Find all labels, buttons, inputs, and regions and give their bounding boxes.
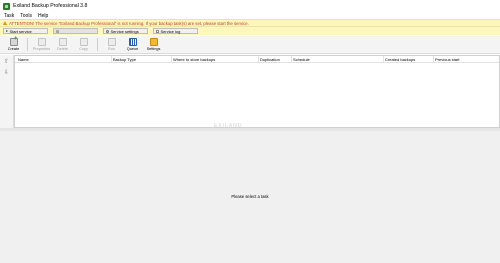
service-alert-banner: ATTENTION! The service "Exiland Backup P… <box>0 19 500 27</box>
queue-label: Queue <box>126 47 139 51</box>
column-previous-start[interactable]: Previous start <box>433 56 499 63</box>
task-detail-pane: Please select a task <box>0 131 500 263</box>
stop-service-button[interactable] <box>53 28 98 34</box>
delete-button[interactable]: Delete <box>52 37 73 53</box>
menu-task[interactable]: Task <box>1 13 17 19</box>
title-bar: Exiland Backup Professional 3.8 <box>0 0 500 12</box>
queue-icon <box>128 38 137 46</box>
alert-text: ATTENTION! The service "Exiland Backup P… <box>9 20 249 26</box>
delete-label: Delete <box>57 47 68 51</box>
play-icon <box>6 30 8 32</box>
service-settings-button[interactable]: Service settings <box>103 28 148 34</box>
detail-placeholder: Please select a task <box>231 194 269 199</box>
toolbar-separator <box>97 38 98 51</box>
arrow-down-icon[interactable]: ⇩ <box>4 69 9 77</box>
window-title: Exiland Backup Professional 3.8 <box>13 3 88 9</box>
create-icon <box>9 36 18 46</box>
table-header: Name Backup Type Where to store backups … <box>15 56 499 63</box>
column-storage-location[interactable]: Where to store backups <box>171 56 258 63</box>
log-icon <box>156 29 159 33</box>
copy-button[interactable]: Copy <box>73 37 94 53</box>
side-nav: ⇧ ⇩ <box>0 55 14 128</box>
settings-button[interactable]: Settings <box>143 37 164 53</box>
copy-icon <box>79 38 88 46</box>
task-table[interactable]: Name Backup Type Where to store backups … <box>14 55 500 128</box>
properties-label: Properties <box>32 47 51 51</box>
arrow-up-icon[interactable]: ⇧ <box>4 58 9 66</box>
service-log-label: Service log <box>160 28 181 34</box>
queue-button[interactable]: Queue <box>122 37 143 53</box>
create-button[interactable]: Create <box>3 36 24 53</box>
start-service-label: Start service <box>9 28 32 34</box>
column-backup-type[interactable]: Backup Type <box>111 56 171 63</box>
menu-tools[interactable]: Tools <box>17 13 35 19</box>
warning-icon <box>3 21 7 25</box>
run-icon <box>107 38 116 46</box>
properties-button[interactable]: Properties <box>31 37 52 53</box>
start-service-button[interactable]: Start service <box>3 28 48 34</box>
watermark-logo: EXILAND <box>214 123 243 129</box>
menu-bar: Task Tools Help <box>0 12 500 19</box>
column-duplication[interactable]: Duplication <box>258 56 291 63</box>
delete-icon <box>58 38 67 46</box>
gear-icon <box>106 29 109 33</box>
run-label: Run <box>108 47 115 51</box>
service-controls: Start service Service settings Service l… <box>0 27 500 35</box>
run-button[interactable]: Run <box>101 37 122 53</box>
app-icon <box>3 2 10 10</box>
menu-help[interactable]: Help <box>35 13 51 19</box>
main-toolbar: Create Properties Delete Copy Run Queue … <box>0 36 500 54</box>
column-created-backups[interactable]: Created backups <box>383 56 433 63</box>
properties-icon <box>37 38 46 46</box>
settings-label: Settings <box>146 47 161 51</box>
copy-label: Copy <box>79 47 88 51</box>
service-log-button[interactable]: Service log <box>153 28 198 34</box>
stop-icon <box>56 29 59 33</box>
settings-icon <box>149 38 158 46</box>
toolbar-separator <box>27 38 28 51</box>
create-label: Create <box>7 47 20 51</box>
column-schedule[interactable]: Schedule <box>291 56 383 63</box>
column-name[interactable]: Name <box>17 56 110 63</box>
service-settings-label: Service settings <box>110 28 139 34</box>
